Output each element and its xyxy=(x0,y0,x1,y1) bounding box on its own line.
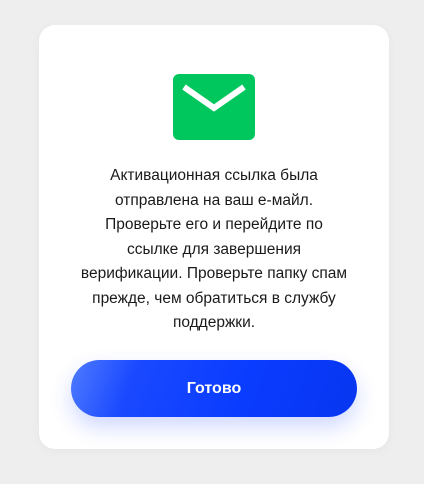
done-button[interactable]: Готово xyxy=(71,360,357,417)
verification-dialog: Активационная ссылка была отправлена на … xyxy=(39,25,389,449)
envelope-icon xyxy=(173,74,255,140)
verification-message: Активационная ссылка была отправлена на … xyxy=(80,167,348,331)
